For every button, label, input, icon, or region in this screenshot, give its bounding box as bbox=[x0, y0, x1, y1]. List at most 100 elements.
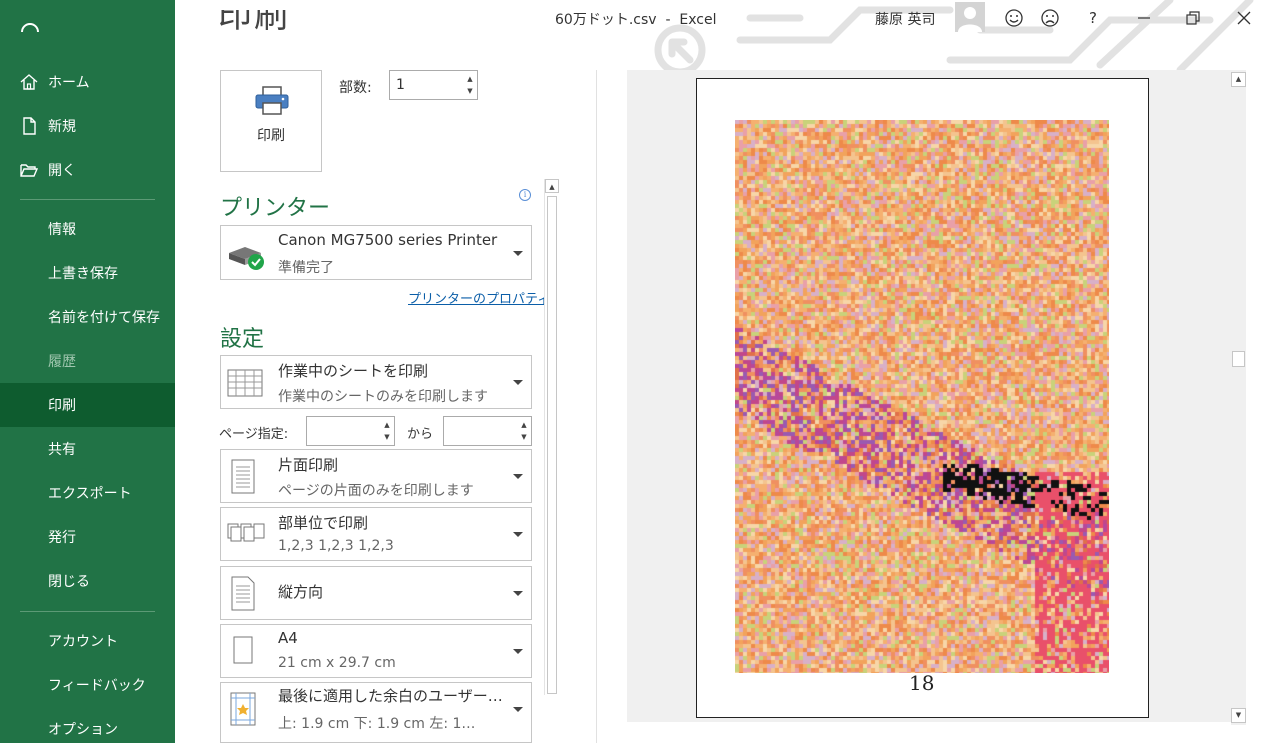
home-icon bbox=[20, 74, 38, 90]
sidebar-item-label: 閉じる bbox=[48, 574, 90, 590]
single-sided-page-icon bbox=[231, 459, 255, 494]
collation-sub: 1,2,3 1,2,3 1,2,3 bbox=[278, 538, 394, 554]
settings-section-title: 設定 bbox=[220, 327, 265, 352]
print-what-main: 作業中のシートを印刷 bbox=[278, 362, 429, 380]
backstage-sidebar: ホーム 新規 開く 情報 上書き保存 名前を付けて保存 履歴 印刷 共有 エクス… bbox=[0, 0, 175, 743]
scroll-down-icon[interactable]: ▼ bbox=[1231, 708, 1246, 723]
printer-name: Canon MG7500 series Printer bbox=[278, 231, 498, 249]
collation-main: 部単位で印刷 bbox=[278, 514, 369, 532]
help-button[interactable]: ? bbox=[1081, 6, 1105, 30]
preview-image bbox=[735, 120, 1109, 673]
spin-down-icon[interactable]: ▼ bbox=[519, 431, 529, 443]
sidebar-item-close[interactable]: 閉じる bbox=[0, 559, 175, 603]
chevron-down-icon bbox=[513, 251, 523, 256]
margins-icon bbox=[230, 692, 256, 726]
avatar[interactable] bbox=[955, 2, 985, 32]
collated-pages-icon bbox=[227, 523, 265, 542]
chevron-down-icon bbox=[513, 591, 523, 596]
new-doc-icon bbox=[23, 117, 36, 135]
paper-sub: 21 cm x 29.7 cm bbox=[278, 655, 396, 671]
collation-dropdown[interactable]: 部単位で印刷 1,2,3 1,2,3 1,2,3 bbox=[220, 507, 532, 561]
chevron-down-icon bbox=[513, 380, 523, 385]
restore-icon[interactable] bbox=[1181, 6, 1205, 30]
print-what-sub: 作業中のシートのみを印刷します bbox=[278, 389, 488, 405]
spin-down-icon[interactable]: ▼ bbox=[382, 431, 392, 443]
pages-label: ページ指定: bbox=[219, 427, 289, 442]
spin-down-icon[interactable]: ▼ bbox=[465, 85, 475, 97]
user-name[interactable]: 藤原 英司 bbox=[875, 9, 935, 29]
sidebar-item-home[interactable]: ホーム bbox=[0, 60, 175, 104]
copies-label: 部数: bbox=[339, 80, 372, 96]
sidebar-item-label: 名前を付けて保存 bbox=[48, 310, 160, 326]
sidebar-item-label: フィードバック bbox=[48, 678, 146, 694]
sidebar-item-publish[interactable]: 発行 bbox=[0, 515, 175, 559]
minimize-icon[interactable] bbox=[1132, 6, 1156, 30]
copies-stepper[interactable]: ▲ ▼ bbox=[389, 70, 478, 100]
sidebar-item-share[interactable]: 共有 bbox=[0, 427, 175, 471]
sidebar-item-print[interactable]: 印刷 bbox=[0, 383, 175, 427]
printer-dropdown[interactable]: Canon MG7500 series Printer 準備完了 bbox=[220, 225, 532, 280]
page-title: 印刷 bbox=[218, 10, 290, 36]
printer-section-title: プリンター bbox=[220, 196, 331, 221]
chevron-down-icon bbox=[513, 532, 523, 537]
preview-scrollbar[interactable]: ▲ ▼ bbox=[1231, 70, 1246, 725]
orientation-main: 縦方向 bbox=[278, 583, 324, 601]
page-to-stepper[interactable]: ▲ ▼ bbox=[443, 416, 532, 446]
paper-main: A4 bbox=[278, 629, 298, 647]
copies-input[interactable] bbox=[396, 75, 462, 95]
sidebar-item-options[interactable]: オプション bbox=[0, 707, 175, 743]
sidebar-item-save-as[interactable]: 名前を付けて保存 bbox=[0, 295, 175, 339]
settings-scrollbar[interactable]: ▲ bbox=[544, 179, 559, 695]
sidebar-divider bbox=[20, 199, 155, 200]
sidebar-item-feedback[interactable]: フィードバック bbox=[0, 663, 175, 707]
sides-main: 片面印刷 bbox=[278, 456, 339, 474]
printer-icon bbox=[255, 86, 289, 115]
sidebar-item-label: 開く bbox=[48, 163, 76, 179]
spin-up-icon[interactable]: ▲ bbox=[519, 419, 529, 431]
sidebar-item-account[interactable]: アカウント bbox=[0, 619, 175, 663]
margins-dropdown[interactable]: 最後に適用した余白のユーザー… 上: 1.9 cm 下: 1.9 cm 左: 1… bbox=[220, 682, 532, 743]
pages-to-label: から bbox=[407, 427, 434, 442]
sides-dropdown[interactable]: 片面印刷 ページの片面のみを印刷します bbox=[220, 449, 532, 503]
info-icon[interactable]: i bbox=[519, 189, 531, 201]
margins-main: 最後に適用した余白のユーザー… bbox=[278, 687, 503, 705]
page-from-stepper[interactable]: ▲ ▼ bbox=[306, 416, 395, 446]
sides-sub: ページの片面のみを印刷します bbox=[278, 483, 474, 499]
sidebar-item-label: 情報 bbox=[48, 222, 76, 238]
title-bar: 60万ドット.csv - Excel 藤原 英司 ? bbox=[175, 0, 1270, 70]
print-what-dropdown[interactable]: 作業中のシートを印刷 作業中のシートのみを印刷します bbox=[220, 355, 532, 409]
spin-up-icon[interactable]: ▲ bbox=[465, 73, 475, 85]
sidebar-divider bbox=[20, 611, 155, 612]
sidebar-item-export[interactable]: エクスポート bbox=[0, 471, 175, 515]
spin-up-icon[interactable]: ▲ bbox=[382, 419, 392, 431]
sidebar-item-open[interactable]: 開く bbox=[0, 148, 175, 192]
paper-size-dropdown[interactable]: A4 21 cm x 29.7 cm bbox=[220, 624, 532, 678]
back-arrow-icon[interactable] bbox=[18, 20, 42, 44]
sidebar-item-save[interactable]: 上書き保存 bbox=[0, 251, 175, 295]
orientation-dropdown[interactable]: 縦方向 bbox=[220, 566, 532, 620]
close-icon[interactable] bbox=[1232, 6, 1256, 30]
sidebar-item-label: 履歴 bbox=[48, 354, 76, 370]
print-button-label: 印刷 bbox=[257, 128, 285, 144]
sidebar-item-label: 上書き保存 bbox=[48, 266, 118, 282]
frown-feedback-icon[interactable] bbox=[1038, 6, 1062, 30]
printer-status: 準備完了 bbox=[278, 260, 334, 276]
scrollbar-thumb[interactable] bbox=[1232, 351, 1245, 367]
sidebar-item-history: 履歴 bbox=[0, 339, 175, 383]
scroll-up-icon[interactable]: ▲ bbox=[1231, 72, 1246, 87]
window-title: 60万ドット.csv - Excel bbox=[555, 12, 717, 28]
scrollbar-thumb[interactable] bbox=[547, 196, 557, 694]
chevron-down-icon bbox=[513, 707, 523, 712]
printer-properties-link[interactable]: プリンターのプロパティ bbox=[408, 288, 550, 307]
sidebar-item-label: ホーム bbox=[48, 75, 90, 91]
sidebar-item-info[interactable]: 情報 bbox=[0, 207, 175, 251]
chevron-down-icon bbox=[513, 649, 523, 654]
margins-sub: 上: 1.9 cm 下: 1.9 cm 左: 1… bbox=[278, 716, 476, 732]
print-button[interactable]: 印刷 bbox=[220, 70, 322, 172]
folder-open-icon bbox=[20, 164, 39, 177]
sidebar-item-label: 新規 bbox=[48, 119, 76, 135]
scroll-up-icon[interactable]: ▲ bbox=[545, 179, 559, 193]
excel-backstage-print: ホーム 新規 開く 情報 上書き保存 名前を付けて保存 履歴 印刷 共有 エクス… bbox=[0, 0, 1270, 743]
smile-feedback-icon[interactable] bbox=[1002, 6, 1026, 30]
sidebar-item-new[interactable]: 新規 bbox=[0, 104, 175, 148]
